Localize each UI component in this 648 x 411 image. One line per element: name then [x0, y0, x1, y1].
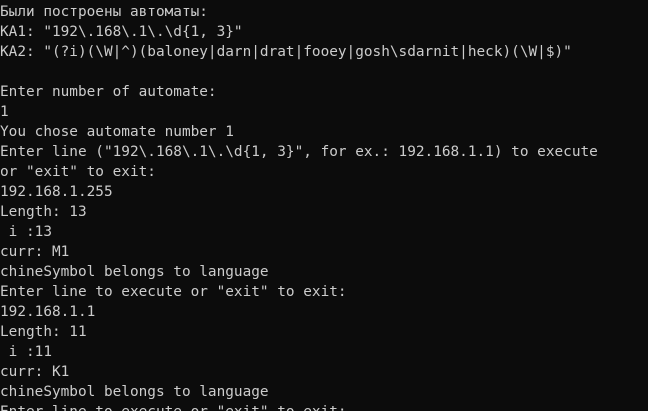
- console-line: 192.168.1.255: [0, 184, 113, 200]
- console-line: Length: 11: [0, 324, 87, 340]
- console-line: curr: M1: [0, 244, 70, 260]
- console-line: Enter number of automate:: [0, 84, 217, 100]
- console-line: KA2: "(?i)(\W|^)(baloney|darn|drat|fooey…: [0, 44, 572, 60]
- console-line: 192.168.1.1: [0, 304, 96, 320]
- console-line: You chose automate number 1: [0, 124, 234, 140]
- console-line: 1: [0, 104, 9, 120]
- console-line: Enter line to execute or "exit" to exit:: [0, 284, 347, 300]
- console-line: or "exit" to exit:: [0, 164, 156, 180]
- console-line: Length: 13: [0, 204, 87, 220]
- console-window[interactable]: Были построены автоматы: KA1: "192\.168\…: [0, 0, 648, 411]
- console-line: chineSymbol belongs to language: [0, 264, 269, 280]
- console-line: i :11: [0, 344, 52, 360]
- console-line: Были построены автоматы:: [0, 4, 208, 20]
- console-line: Enter line ("192\.168\.1\.\d{1, 3}", for…: [0, 144, 598, 160]
- console-line: chineSymbol belongs to language: [0, 384, 269, 400]
- console-line: KA1: "192\.168\.1\.\d{1, 3}": [0, 24, 243, 40]
- console-line: i :13: [0, 224, 52, 240]
- console-line: Enter line to execute or "exit" to exit:: [0, 402, 347, 411]
- console-line: curr: K1: [0, 364, 70, 380]
